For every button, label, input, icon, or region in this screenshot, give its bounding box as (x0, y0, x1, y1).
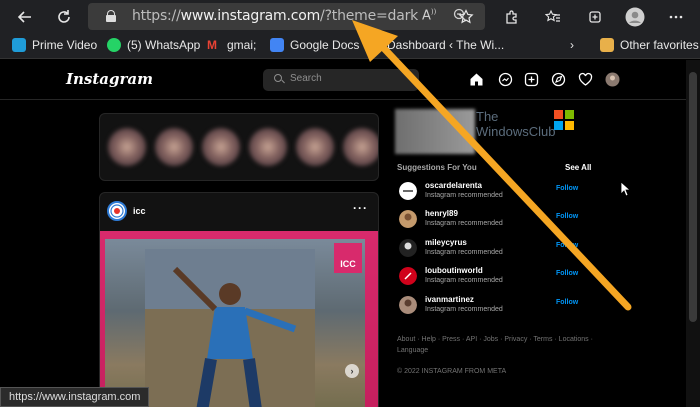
search-placeholder: Search (290, 73, 322, 84)
suggestion-username[interactable]: oscardelarenta (425, 181, 482, 190)
follow-button[interactable]: Follow (556, 299, 578, 306)
add-favorite-icon[interactable] (455, 6, 477, 28)
profile-avatar-icon[interactable] (624, 6, 646, 28)
current-user-card[interactable] (395, 109, 475, 154)
instagram-header: Instagram Search (0, 60, 686, 100)
instagram-page: Instagram Search icc ··· ICC › The Windo… (0, 60, 700, 407)
suggestion-username[interactable]: ivanmartinez (425, 295, 474, 304)
profile-avatar[interactable] (605, 72, 620, 87)
suggestions-title: Suggestions For You (397, 163, 477, 172)
extensions-icon[interactable] (501, 6, 523, 28)
suggestion-username[interactable]: mileycyrus (425, 238, 467, 247)
cricket-player-photo: ICC › (105, 239, 365, 407)
carousel-next-icon[interactable]: › (345, 364, 359, 378)
suggestion-avatar[interactable] (399, 210, 417, 228)
bookmark-prime-video[interactable]: Prime Video (12, 38, 97, 52)
activity-heart-icon[interactable] (578, 72, 593, 87)
follow-button[interactable]: Follow (556, 213, 578, 220)
folder-icon (600, 38, 614, 52)
suggestion-username[interactable]: henryl89 (425, 209, 458, 218)
bookmark-other-favorites[interactable]: Other favorites (600, 38, 699, 52)
bookmark-gmail[interactable]: M gmai; (207, 38, 256, 52)
collections-icon[interactable] (584, 6, 606, 28)
story-avatar[interactable] (249, 128, 287, 166)
page-scrollbar[interactable] (686, 60, 700, 407)
suggestion-avatar[interactable] (399, 267, 417, 285)
suggestion-avatar[interactable] (399, 239, 417, 257)
watermark: The WindowsClub (476, 109, 556, 139)
refresh-icon[interactable] (53, 6, 75, 28)
suggestion-row: oscardelarenta Instagram recommended Fol… (399, 180, 589, 204)
favorites-icon[interactable] (542, 6, 564, 28)
story-avatar[interactable] (108, 128, 146, 166)
feed-post: icc ··· ICC › (99, 192, 379, 407)
mouse-cursor-icon (620, 181, 631, 197)
bookmark-whatsapp[interactable]: (5) WhatsApp (107, 38, 200, 52)
scrollbar-thumb[interactable] (689, 72, 697, 322)
new-post-icon[interactable] (524, 72, 539, 87)
windows-logo-icon (554, 110, 574, 130)
post-username[interactable]: icc (133, 206, 146, 216)
more-menu-icon[interactable] (665, 6, 687, 28)
suggestion-row: louboutinworld Instagram recommended Fol… (399, 265, 589, 289)
lock-icon[interactable] (106, 10, 116, 23)
google-docs-icon (270, 38, 284, 52)
bookmarks-overflow-chevron-icon[interactable]: › (570, 38, 574, 52)
footer-links[interactable]: About · Help · Press · API · Jobs · Priv… (397, 334, 597, 356)
story-avatar[interactable] (343, 128, 378, 166)
player-figure (145, 249, 315, 407)
whatsapp-icon (107, 38, 121, 52)
url-text[interactable]: https://www.instagram.com/?theme=dark (132, 8, 418, 24)
suggestion-subtitle: Instagram recommended (425, 192, 503, 199)
suggestion-username[interactable]: louboutinworld (425, 266, 483, 275)
address-bar[interactable]: https://www.instagram.com/?theme=dark A)… (88, 3, 485, 30)
suggestion-subtitle: Instagram recommended (425, 249, 503, 256)
story-avatar[interactable] (202, 128, 240, 166)
suggestion-subtitle: Instagram recommended (425, 306, 503, 313)
follow-button[interactable]: Follow (556, 185, 578, 192)
suggestion-row: henryl89 Instagram recommended Follow (399, 208, 589, 232)
home-icon[interactable] (469, 72, 484, 87)
copyright-text: © 2022 INSTAGRAM FROM META (397, 368, 507, 375)
post-author-avatar[interactable] (107, 201, 127, 221)
explore-compass-icon[interactable] (551, 72, 566, 87)
gmail-icon: M (207, 38, 217, 52)
post-image[interactable]: ICC › (100, 231, 378, 407)
back-arrow-icon[interactable] (14, 6, 36, 28)
suggestion-row: mileycyrus Instagram recommended Follow (399, 237, 589, 261)
icc-badge: ICC (334, 243, 362, 273)
read-aloud-icon[interactable]: A)) (422, 8, 436, 23)
prime-video-icon (12, 38, 26, 52)
suggestion-subtitle: Instagram recommended (425, 277, 503, 284)
browser-toolbar: https://www.instagram.com/?theme=dark A)… (0, 0, 700, 33)
suggestion-avatar[interactable] (399, 182, 417, 200)
see-all-link[interactable]: See All (565, 163, 591, 172)
story-avatar[interactable] (296, 128, 334, 166)
suggestion-row: ivanmartinez Instagram recommended Follo… (399, 294, 589, 318)
stories-tray (99, 113, 379, 181)
suggestion-avatar[interactable] (399, 296, 417, 314)
instagram-logo[interactable]: Instagram (66, 70, 153, 88)
search-icon (274, 74, 282, 82)
status-bar-url: https://www.instagram.com (0, 387, 150, 407)
story-avatar[interactable] (155, 128, 193, 166)
search-input[interactable]: Search (263, 69, 419, 91)
bookmark-dashboard[interactable]: Dashboard ‹ The Wi... (367, 38, 504, 52)
bookmark-google-docs[interactable]: Google Docs (270, 38, 359, 52)
follow-button[interactable]: Follow (556, 270, 578, 277)
suggestion-subtitle: Instagram recommended (425, 220, 503, 227)
wordpress-icon (367, 38, 381, 52)
bookmarks-bar: Prime Video (5) WhatsApp M gmai; Google … (0, 33, 700, 59)
follow-button[interactable]: Follow (556, 242, 578, 249)
messenger-icon[interactable] (498, 72, 513, 87)
post-options-icon[interactable]: ··· (353, 201, 368, 215)
